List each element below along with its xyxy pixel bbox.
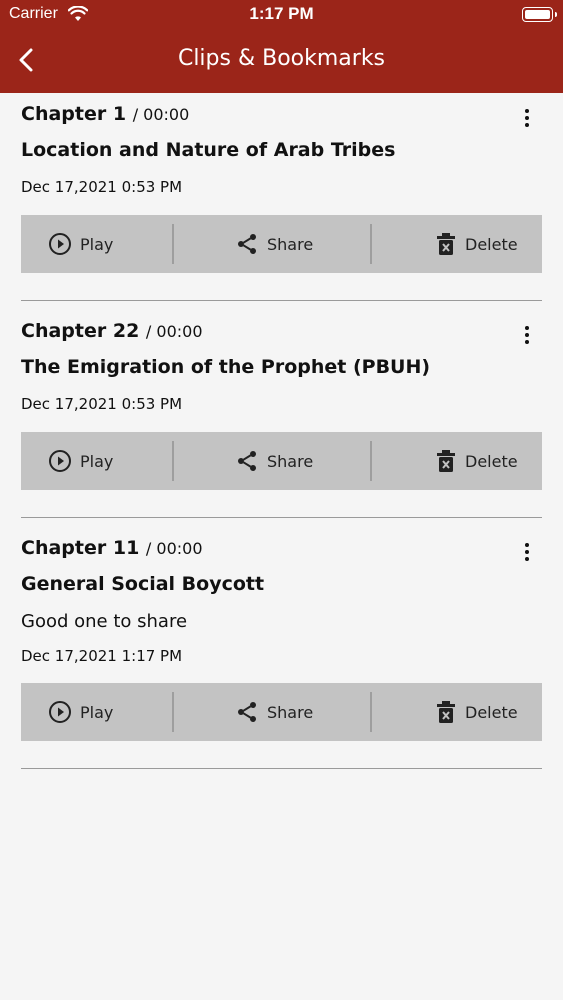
share-label: Share xyxy=(267,702,314,722)
divider xyxy=(370,224,372,264)
share-button[interactable]: Share xyxy=(235,215,313,273)
chapter-heading: Chapter 1 / 00:00 xyxy=(21,103,189,125)
clip-card: Chapter 1 / 00:00 Location and Nature of… xyxy=(0,103,563,301)
chapter-label: Chapter 11 xyxy=(21,537,140,559)
share-icon xyxy=(238,451,256,471)
delete-label: Delete xyxy=(465,234,518,254)
play-label: Play xyxy=(80,234,114,254)
divider xyxy=(21,768,542,769)
share-button[interactable]: Share xyxy=(235,432,313,490)
status-bar: Carrier 1:17 PM xyxy=(0,0,563,30)
delete-button[interactable]: Delete xyxy=(435,683,518,741)
chapter-heading: Chapter 22 / 00:00 xyxy=(21,320,203,342)
play-label: Play xyxy=(80,702,114,722)
chapter-time: / 00:00 xyxy=(145,539,203,558)
play-circle-icon xyxy=(49,701,71,723)
play-button[interactable]: Play xyxy=(48,432,113,490)
divider xyxy=(370,441,372,481)
clip-card: Chapter 22 / 00:00 The Emigration of the… xyxy=(0,320,563,518)
delete-label: Delete xyxy=(465,702,518,722)
more-options-icon[interactable] xyxy=(517,107,537,131)
share-icon xyxy=(238,234,256,254)
share-button[interactable]: Share xyxy=(235,683,313,741)
action-bar: Play Share Delete xyxy=(21,215,542,273)
divider xyxy=(370,692,372,732)
clip-title: The Emigration of the Prophet (PBUH) xyxy=(21,356,431,378)
delete-button[interactable]: Delete xyxy=(435,432,518,490)
chapter-label: Chapter 22 xyxy=(21,320,140,342)
play-button[interactable]: Play xyxy=(48,215,113,273)
divider xyxy=(172,441,174,481)
clip-note: Good one to share xyxy=(21,611,188,632)
divider xyxy=(21,517,542,518)
more-options-icon[interactable] xyxy=(517,324,537,348)
clip-date: Dec 17,2021 0:53 PM xyxy=(21,178,183,196)
chapter-time: / 00:00 xyxy=(132,105,190,124)
divider xyxy=(21,300,542,301)
action-bar: Play Share Delete xyxy=(21,683,542,741)
clip-date: Dec 17,2021 0:53 PM xyxy=(21,395,183,413)
chapter-heading: Chapter 11 / 00:00 xyxy=(21,537,203,559)
clip-date: Dec 17,2021 1:17 PM xyxy=(21,647,183,665)
play-label: Play xyxy=(80,451,114,471)
status-time: 1:17 PM xyxy=(249,4,314,23)
delete-label: Delete xyxy=(465,451,518,471)
clip-title: Location and Nature of Arab Tribes xyxy=(21,139,396,161)
divider xyxy=(172,692,174,732)
trash-icon xyxy=(437,233,455,255)
more-options-icon[interactable] xyxy=(517,541,537,565)
share-label: Share xyxy=(267,234,314,254)
chapter-label: Chapter 1 xyxy=(21,103,127,125)
delete-button[interactable]: Delete xyxy=(435,215,518,273)
play-circle-icon xyxy=(49,233,71,255)
share-label: Share xyxy=(267,451,314,471)
page-title: Clips & Bookmarks xyxy=(177,46,386,71)
trash-icon xyxy=(437,701,455,723)
play-circle-icon xyxy=(49,450,71,472)
play-button[interactable]: Play xyxy=(48,683,113,741)
header-bar: Carrier 1:17 PM Clips & Bookmarks xyxy=(0,0,563,93)
action-bar: Play Share Delete xyxy=(21,432,542,490)
divider xyxy=(172,224,174,264)
battery-icon xyxy=(522,7,557,22)
clip-title: General Social Boycott xyxy=(21,573,265,595)
chapter-time: / 00:00 xyxy=(145,322,203,341)
clip-card: Chapter 11 / 00:00 General Social Boycot… xyxy=(0,537,563,769)
share-icon xyxy=(238,702,256,722)
trash-icon xyxy=(437,450,455,472)
